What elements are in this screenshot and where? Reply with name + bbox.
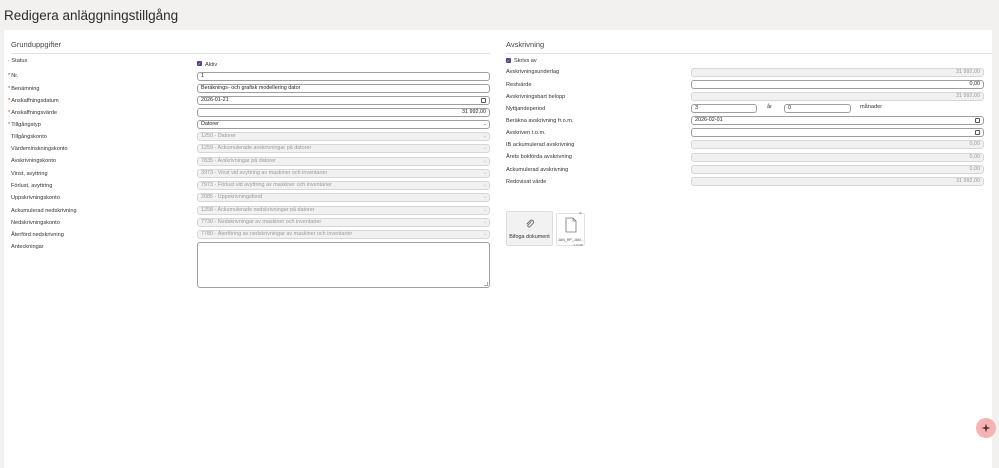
avskriven-t-o-m-label: Avskriven t.o.m. [506, 130, 546, 136]
tillgangstyp-label: *Tillgångstyp [8, 122, 41, 128]
remove-attachment-close-icon[interactable]: × [579, 211, 582, 217]
paperclip-icon [526, 219, 534, 228]
attachment-filename: JAN_HP_JAN... [558, 238, 584, 242]
attach-document-label: Bifoga dokument [509, 234, 550, 240]
nedskrivningskonto-label: Nedskrivningskonto [11, 220, 60, 226]
nedskrivningskonto-select: 7730 - Nedskrivningar av maskiner och in… [197, 218, 490, 227]
chevron-down-icon: ⌄ [482, 145, 487, 151]
aterford-nedskrivning-label: Återförd nedskrivning [11, 232, 64, 238]
chevron-down-icon: ⌄ [482, 133, 487, 139]
avskrivningsunderlag-input: 31 992,00 [691, 68, 984, 77]
calendar-icon[interactable] [975, 130, 980, 135]
attachment-filesize: 2,0 MB [573, 243, 583, 247]
tillgangskonto-label: Tillgångskonto [11, 134, 47, 140]
nyttjandeperiod-months-input[interactable]: 0 [784, 104, 851, 113]
nyttjandeperiod-years-input[interactable]: 3 [691, 104, 757, 113]
restvarde-label: Restvärde [506, 82, 532, 88]
avskrivningsbart-belopp-input: 31 992,00 [691, 92, 984, 101]
benamning-input[interactable]: Beräknings- och grafisk modellering dato… [197, 84, 490, 93]
berakna-fr-om-label: Beräkna avskrivning fr.o.m. [506, 118, 574, 124]
anskaffningsdatum-input[interactable]: 2026-01-21 [197, 96, 490, 105]
chevron-down-icon: ⌄ [482, 121, 487, 127]
section-title-avskrivning: Avskrivning [506, 40, 992, 54]
aktiv-checkbox[interactable]: ✓ [197, 61, 202, 66]
chevron-down-icon: ⌄ [482, 170, 487, 176]
vinst-avyttring-label: Vinst, avyttring [11, 171, 48, 177]
anskaffningsvarde-label: *Anskaffningsvärde [8, 110, 58, 116]
chevron-down-icon: ⌄ [482, 231, 487, 237]
forlust-avyttring-select: 7973 - Förlust vid avyttring av maskiner… [197, 181, 490, 190]
attach-document-button[interactable]: Bifoga dokument [506, 211, 553, 246]
anteckningar-textarea[interactable] [197, 242, 490, 288]
nyttjandeperiod-label: Nyttjandeperiod [506, 106, 546, 112]
page-title: Redigera anläggningstillgång [4, 8, 179, 23]
status-label: · Status [8, 58, 28, 64]
ack-nedskrivning-select: 1258 - Ackumulerade nedskrivningar på da… [197, 206, 490, 215]
avskrivningskonto-label: Avskrivningskonto [11, 158, 56, 164]
anskaffningsvarde-input[interactable]: 31 992,00 [197, 108, 490, 117]
ib-ack-avskrivning-label: IB ackumulerad avskrivning [506, 142, 575, 148]
avskrivningsbart-belopp-label: Avskrivningsbart belopp [506, 94, 566, 100]
chevron-down-icon: ⌄ [482, 194, 487, 200]
tillgangstyp-select[interactable]: Datorer ⌄ [197, 120, 490, 129]
skrivs-av-label: Skrivs av [514, 58, 537, 64]
ack-avskrivning-input: 0,00 [691, 165, 984, 174]
calendar-icon[interactable] [481, 98, 486, 103]
nr-label: *Nr. [8, 73, 19, 79]
assistant-fab-button[interactable] [976, 418, 996, 438]
vardeminskningskonto-select: 1259 - Ackumulerade avskrivningar på dat… [197, 144, 490, 153]
anteckningar-label: Anteckningar [11, 244, 44, 250]
chevron-down-icon: ⌄ [482, 158, 487, 164]
redovisat-varde-label: Redovisat värde [506, 179, 547, 185]
sparkle-icon [981, 423, 991, 433]
avskrivningskonto-select: 7835 - Avskrivningar på datorer ⌄ [197, 157, 490, 166]
benamning-label: *Benämning [8, 86, 40, 92]
arets-bokforda-input: 0,00 [691, 153, 984, 162]
aktiv-label: Aktiv [205, 62, 218, 68]
chevron-down-icon: ⌄ [482, 219, 487, 225]
resize-handle[interactable] [484, 282, 488, 286]
berakna-fr-om-input[interactable]: 2026-02-01 [691, 116, 984, 125]
ack-nedskrivning-label: Ackumulerad nedskrivning [11, 208, 77, 214]
aterford-nedskrivning-select: 7780 - Återföring av nedskrivningar av m… [197, 230, 490, 239]
attachment-file[interactable]: JAN_HP_JAN... 2,0 MB [556, 213, 585, 247]
nr-input[interactable]: 1 [197, 72, 490, 81]
calendar-icon[interactable] [975, 118, 980, 123]
months-unit-label: månader [860, 104, 883, 110]
tillgangskonto-select: 1250 - Datorer ⌄ [197, 132, 490, 141]
vinst-avyttring-select: 3973 - Vinst vid avyttring av maskiner o… [197, 169, 490, 178]
restvarde-input[interactable]: 0,00 [691, 80, 984, 89]
vardeminskningskonto-label: Värdeminskningskonto [11, 146, 68, 152]
avskrivningsunderlag-label: Avskrivningsunderlag [506, 69, 560, 75]
forlust-avyttring-label: Förlust, avyttring [11, 183, 53, 189]
chevron-down-icon: ⌄ [482, 207, 487, 213]
ib-ack-avskrivning-input: 0,00 [691, 140, 984, 149]
years-unit-label: år [767, 104, 772, 110]
uppskrivningskonto-select: 2085 - Uppskrivningsfond ⌄ [197, 193, 490, 202]
skrivs-av-checkbox[interactable]: ✓ [506, 58, 511, 63]
anskaffningsdatum-label: *Anskaffningsdatum [8, 98, 59, 104]
uppskrivningskonto-label: Uppskrivningskonto [11, 195, 60, 201]
ack-avskrivning-label: Ackumulerad avskrivning [506, 167, 569, 173]
redovisat-varde-input: 31 992,00 [691, 177, 984, 186]
avskriven-t-o-m-input[interactable] [691, 128, 984, 137]
chevron-down-icon: ⌄ [482, 182, 487, 188]
section-title-grunduppgifter: Grunduppgifter [11, 40, 490, 54]
document-icon [565, 217, 577, 233]
arets-bokforda-label: Årets bokförda avskrivning [506, 154, 572, 160]
